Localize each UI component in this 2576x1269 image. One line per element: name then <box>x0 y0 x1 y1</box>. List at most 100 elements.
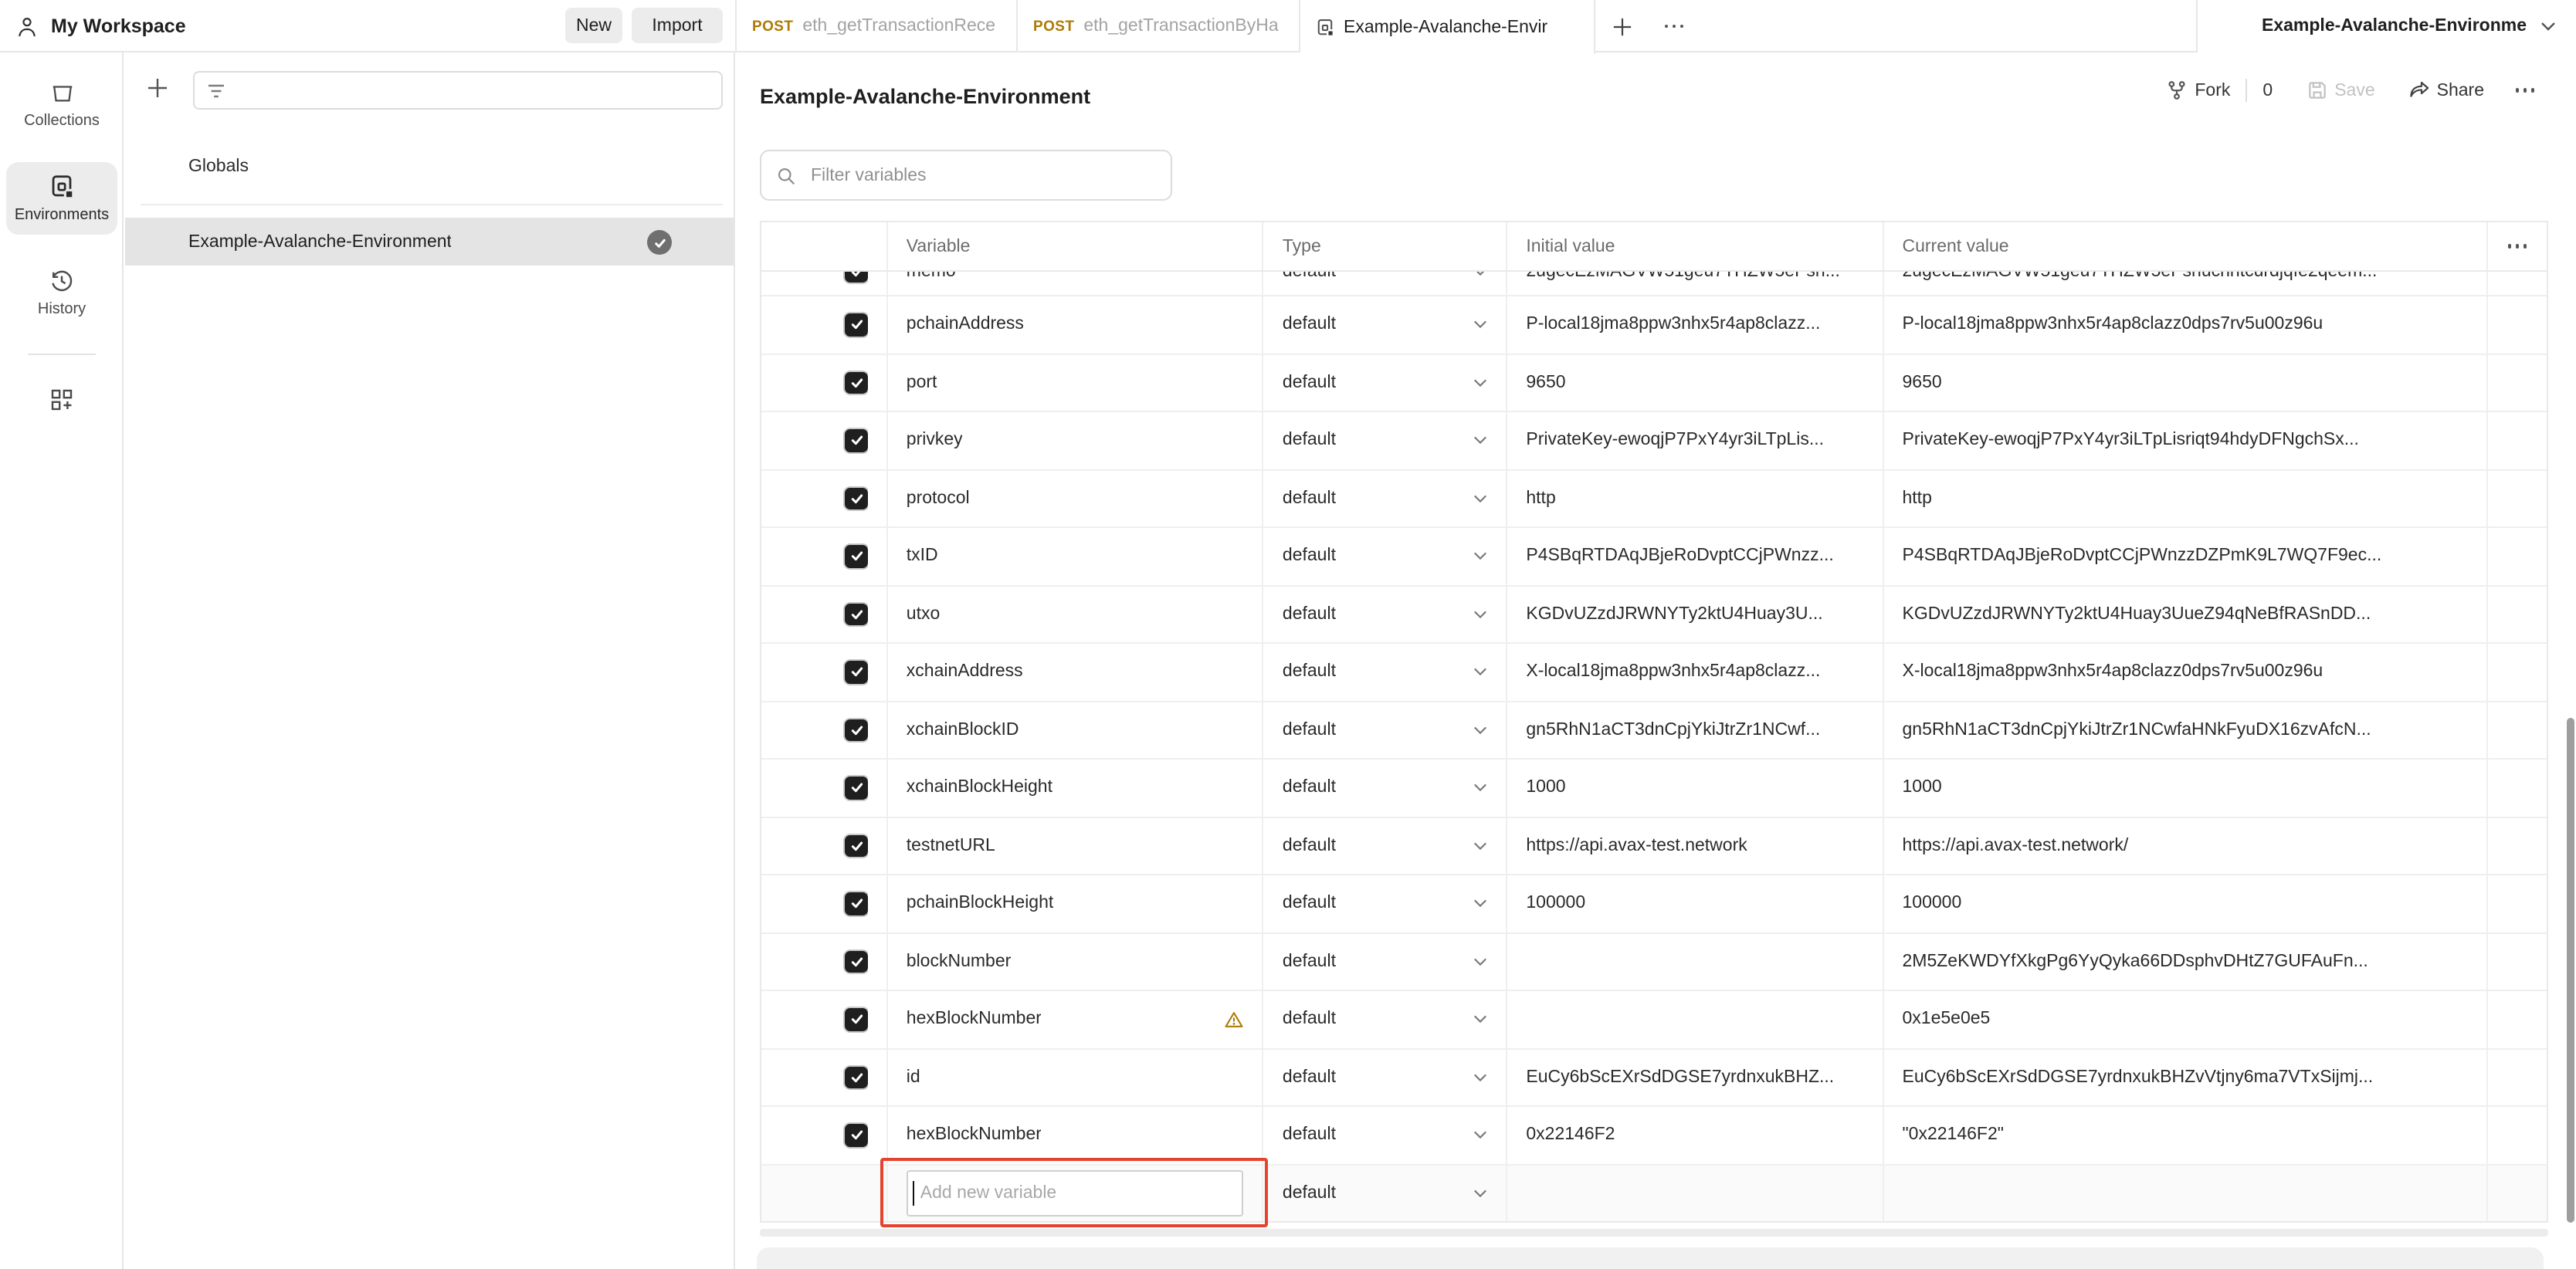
variable-name[interactable]: pchainBlockHeight <box>907 895 1054 913</box>
row-checkbox[interactable] <box>846 272 868 283</box>
tab-environment-active[interactable]: Example-Avalanche-Envir <box>1300 0 1595 54</box>
current-value[interactable]: 0x1e5e0e5 <box>1903 991 2469 1047</box>
vertical-scrollbar-thumb[interactable] <box>2567 718 2574 1223</box>
row-checkbox[interactable] <box>846 429 868 452</box>
environment-selector[interactable]: Example-Avalanche-Environme <box>2196 0 2576 52</box>
initial-value[interactable]: 9650 <box>1526 354 1863 411</box>
sidebar-item-environments[interactable]: Environments <box>6 162 117 235</box>
initial-value[interactable]: P-local18jma8ppw3nhx5r4ap8clazz... <box>1526 296 1863 353</box>
current-value[interactable]: P4SBqRTDAqJBjeRoDvptCCjPWnzzDZPmK9L7WQ7F… <box>1903 528 2469 584</box>
variable-name[interactable]: utxo <box>907 605 941 624</box>
type-select[interactable]: default <box>1283 1184 1336 1203</box>
type-select[interactable]: default <box>1283 489 1336 508</box>
tab-eth-getTransactionByHash[interactable]: POST eth_getTransactionByHa <box>1018 0 1300 52</box>
row-checkbox[interactable] <box>846 892 868 915</box>
initial-value[interactable]: 0x22146F2 <box>1526 1107 1863 1163</box>
share-button[interactable]: Share <box>2409 80 2484 100</box>
initial-value[interactable]: 1000 <box>1526 760 1863 816</box>
row-checkbox[interactable] <box>846 950 868 973</box>
sidebar-item-collections[interactable]: Collections <box>6 80 117 130</box>
environment-filter-box[interactable] <box>193 71 723 110</box>
fork-button[interactable]: Fork <box>2167 80 2230 100</box>
row-checkbox[interactable] <box>846 1124 868 1146</box>
initial-value[interactable]: 100000 <box>1526 875 1863 932</box>
variable-name[interactable]: privkey <box>907 431 963 450</box>
type-select[interactable]: default <box>1283 1068 1336 1087</box>
initial-value[interactable]: X-local18jma8ppw3nhx5r4ap8clazz... <box>1526 644 1863 700</box>
new-tab-button[interactable] <box>1595 0 1648 52</box>
variable-name[interactable]: protocol <box>907 489 970 508</box>
sidebar-item-history[interactable]: History <box>6 269 117 318</box>
type-select[interactable]: default <box>1283 895 1336 913</box>
current-value[interactable]: 2ugecEzMAGVW51geu7THZW5ePshucnntcurdjqfe… <box>1903 272 2469 295</box>
initial-value[interactable]: PrivateKey-ewoqjP7PxY4yr3iLTpLis... <box>1526 412 1863 469</box>
current-value[interactable]: PrivateKey-ewoqjP7PxY4yr3iLTpLisriqt94hd… <box>1903 412 2469 469</box>
current-value[interactable]: X-local18jma8ppw3nhx5r4ap8clazz0dps7rv5u… <box>1903 644 2469 700</box>
type-select[interactable]: default <box>1283 316 1336 334</box>
row-checkbox[interactable] <box>846 777 868 799</box>
table-more-icon[interactable] <box>2488 222 2547 270</box>
row-checkbox[interactable] <box>846 487 868 509</box>
type-select[interactable]: default <box>1283 721 1336 739</box>
current-value[interactable]: gn5RhN1aCT3dnCpjYkiJtrZr1NCwfaHNkFyuDX16… <box>1903 702 2469 758</box>
initial-value[interactable]: P4SBqRTDAqJBjeRoDvptCCjPWnzz... <box>1526 528 1863 584</box>
row-checkbox[interactable] <box>846 603 868 625</box>
import-button[interactable]: Import <box>632 8 723 43</box>
row-checkbox[interactable] <box>846 545 868 567</box>
current-value[interactable]: 2M5ZeKWDYfXkgPg6YyQyka66DDsphvDHtZ7GUFAu… <box>1903 933 2469 990</box>
variable-name[interactable]: xchainBlockID <box>907 721 1019 739</box>
variable-name[interactable]: xchainBlockHeight <box>907 779 1052 797</box>
row-checkbox[interactable] <box>846 661 868 683</box>
variables-filter-input[interactable] <box>808 164 1155 186</box>
initial-value[interactable] <box>1526 991 1863 1047</box>
fork-count[interactable]: 0 <box>2262 81 2273 100</box>
variable-name[interactable]: pchainAddress <box>907 316 1024 334</box>
variable-name[interactable]: xchainAddress <box>907 663 1023 682</box>
variables-filter-box[interactable] <box>760 150 1172 201</box>
current-value[interactable]: EuCy6bScEXrSdDGSE7yrdnxukBHZvVtjny6ma7VT… <box>1903 1049 2469 1105</box>
type-select[interactable]: default <box>1283 779 1336 797</box>
current-value[interactable]: https://api.avax-test.network/ <box>1903 817 2469 874</box>
sidebar-item-globals[interactable]: Globals <box>125 145 734 188</box>
current-value[interactable]: P-local18jma8ppw3nhx5r4ap8clazz0dps7rv5u… <box>1903 296 2469 353</box>
horizontal-scrollbar[interactable] <box>760 1229 2548 1236</box>
row-checkbox[interactable] <box>846 1008 868 1030</box>
variable-name[interactable]: txID <box>907 547 938 566</box>
current-value[interactable]: 9650 <box>1903 354 2469 411</box>
current-value[interactable]: 100000 <box>1903 875 2469 932</box>
variable-name[interactable]: hexBlockNumber <box>907 1126 1042 1145</box>
tab-options-icon[interactable] <box>1648 0 1700 52</box>
variable-name[interactable]: hexBlockNumber <box>907 1010 1042 1029</box>
environment-filter-input[interactable] <box>225 80 709 101</box>
current-value[interactable]: 1000 <box>1903 760 2469 816</box>
row-checkbox[interactable] <box>846 719 868 741</box>
row-checkbox[interactable] <box>846 371 868 394</box>
current-value[interactable]: http <box>1903 470 2469 526</box>
variable-name[interactable]: id <box>907 1068 920 1087</box>
configure-sidebar-button[interactable] <box>6 387 117 412</box>
initial-value[interactable]: 2ugecEzMAGVW51geu7THZW5ePsh... <box>1526 272 1863 295</box>
variable-name[interactable]: blockNumber <box>907 953 1012 971</box>
new-button[interactable]: New <box>565 8 622 43</box>
tab-eth-getTransactionReceipt[interactable]: POST eth_getTransactionRece <box>735 0 1018 52</box>
type-select[interactable]: default <box>1283 663 1336 682</box>
variable-name[interactable]: port <box>907 374 937 392</box>
row-checkbox[interactable] <box>846 313 868 336</box>
type-select[interactable]: default <box>1283 272 1336 281</box>
add-environment-button[interactable] <box>147 77 168 99</box>
type-select[interactable]: default <box>1283 605 1336 624</box>
current-value[interactable]: KGDvUZzdJRWNYTy2ktU4Huay3UueZ94qNeBfRASn… <box>1903 586 2469 642</box>
type-select[interactable]: default <box>1283 547 1336 566</box>
sidebar-item-environment-selected[interactable]: Example-Avalanche-Environment <box>125 218 734 266</box>
initial-value[interactable]: http <box>1526 470 1863 526</box>
variable-name[interactable]: memo <box>907 272 956 281</box>
initial-value[interactable]: KGDvUZzdJRWNYTy2ktU4Huay3U... <box>1526 586 1863 642</box>
variable-name[interactable]: testnetURL <box>907 837 995 855</box>
type-select[interactable]: default <box>1283 837 1336 855</box>
type-select[interactable]: default <box>1283 374 1336 392</box>
initial-value[interactable]: gn5RhN1aCT3dnCpjYkiJtrZr1NCwf... <box>1526 702 1863 758</box>
row-checkbox[interactable] <box>846 834 868 857</box>
save-button[interactable]: Save <box>2307 80 2374 100</box>
type-select[interactable]: default <box>1283 1126 1336 1145</box>
add-variable-input[interactable] <box>907 1170 1244 1217</box>
